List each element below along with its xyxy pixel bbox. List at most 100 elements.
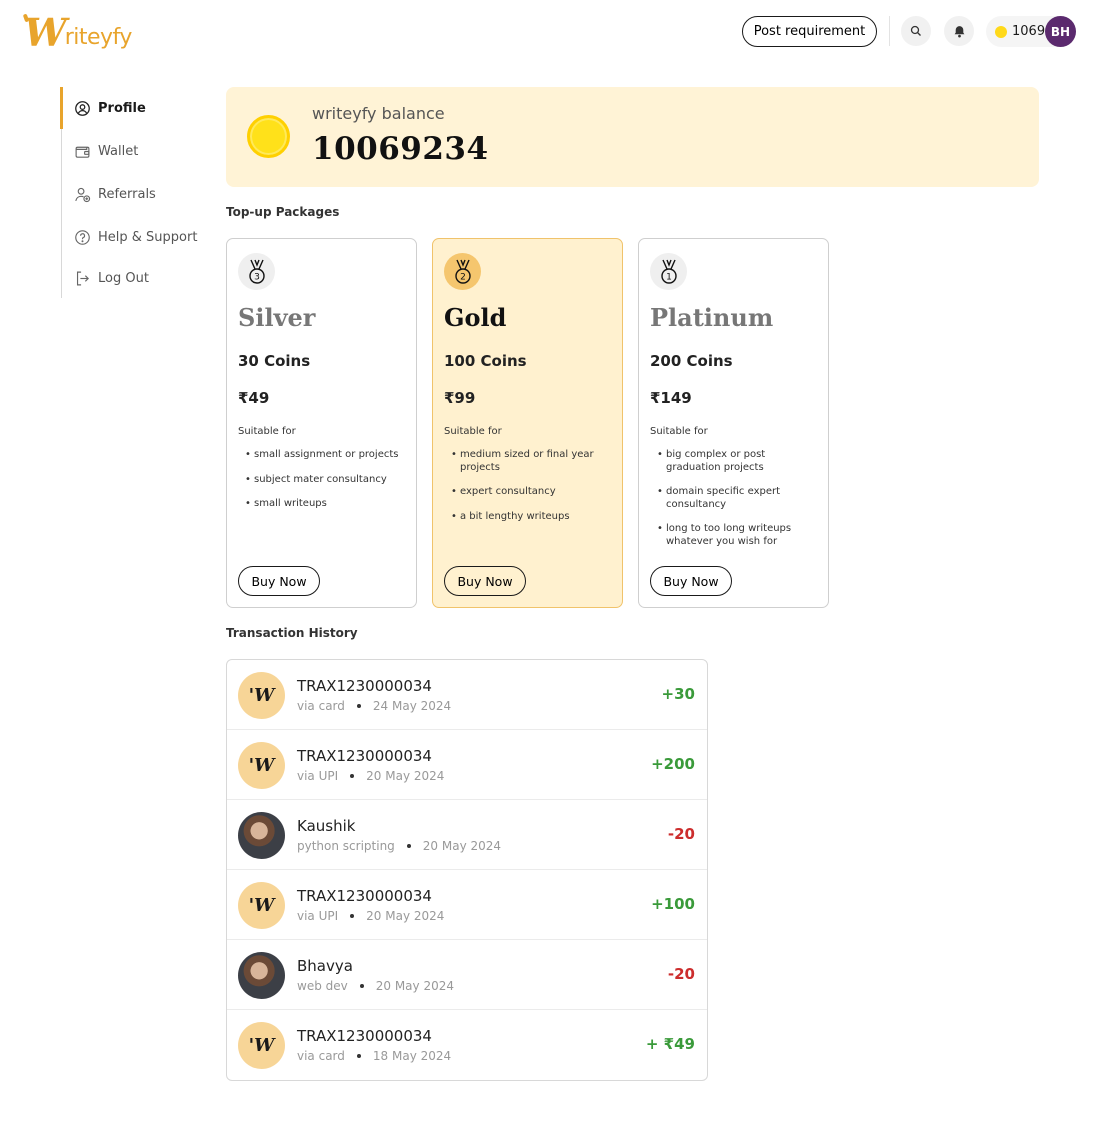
transaction-title: Bhavya xyxy=(297,957,353,975)
suitable-for-label: Suitable for xyxy=(444,426,502,437)
package-coins: 200 Coins xyxy=(650,352,733,370)
transaction-method: via card xyxy=(297,699,345,713)
sidebar-item-profile[interactable]: Profile xyxy=(60,87,212,129)
sidebar-nav: Profile Wallet Referrals Help & Support … xyxy=(60,87,212,299)
feature-item: a bit lengthy writeups xyxy=(451,511,616,524)
feature-item: big complex or post graduation projects xyxy=(657,449,822,474)
package-name: Platinum xyxy=(650,303,774,332)
feature-item: medium sized or final year projects xyxy=(451,449,616,474)
transaction-amount: +30 xyxy=(661,685,695,703)
transaction-row[interactable]: Kaushik python scripting 20 May 2024 -20 xyxy=(227,800,707,870)
help-circle-icon xyxy=(75,229,90,245)
transaction-method: python scripting xyxy=(297,839,395,853)
transaction-amount: +100 xyxy=(651,895,695,913)
writeyfy-logo[interactable]: W riteyfy xyxy=(24,12,132,52)
logout-icon xyxy=(76,271,89,285)
user-circle-icon xyxy=(75,100,90,116)
package-coins: 30 Coins xyxy=(238,352,311,370)
balance-label: writeyfy balance xyxy=(312,104,445,123)
w-logo-icon: 'W xyxy=(248,755,275,776)
transaction-date: 20 May 2024 xyxy=(366,909,445,923)
transaction-row[interactable]: 'W TRAX1230000034 via UPI 20 May 2024 +20… xyxy=(227,730,707,800)
transaction-date: 20 May 2024 xyxy=(366,769,445,783)
transaction-row[interactable]: 'W TRAX1230000034 via card 24 May 2024 +3… xyxy=(227,660,707,730)
package-price: ₹149 xyxy=(650,389,692,407)
bullet-separator xyxy=(356,704,361,708)
sidebar-item-help-support[interactable]: Help & Support xyxy=(62,216,212,258)
feature-list: small assignment or projects subject mat… xyxy=(245,449,410,523)
transaction-amount: -20 xyxy=(667,965,695,983)
writeyfy-avatar: 'W xyxy=(238,672,285,719)
suitable-for-label: Suitable for xyxy=(650,426,708,437)
transaction-title: TRAX1230000034 xyxy=(297,747,432,765)
transaction-meta: python scripting 20 May 2024 xyxy=(297,839,501,853)
transaction-amount: +200 xyxy=(651,755,695,773)
search-button[interactable] xyxy=(901,16,931,46)
feature-list: medium sized or final year projects expe… xyxy=(451,449,616,535)
buy-now-platinum-button[interactable]: Buy Now xyxy=(650,566,732,596)
search-icon xyxy=(910,25,921,36)
post-requirement-button[interactable]: Post requirement xyxy=(742,16,877,47)
notifications-button[interactable] xyxy=(944,16,974,46)
coin-count: 1069 xyxy=(1012,24,1046,39)
medal-number: 3 xyxy=(254,272,260,282)
feature-item: expert consultancy xyxy=(451,486,616,499)
sidebar-item-log-out[interactable]: Log Out xyxy=(62,257,212,299)
feature-list: big complex or post graduation projects … xyxy=(657,449,822,560)
transaction-title: Kaushik xyxy=(297,817,356,835)
user-avatar[interactable]: BH xyxy=(1045,16,1076,47)
transaction-date: 20 May 2024 xyxy=(375,979,454,993)
sidebar-item-label: Profile xyxy=(98,100,146,116)
wallet-icon xyxy=(75,146,90,158)
sidebar-item-referrals[interactable]: Referrals xyxy=(62,173,212,215)
package-card-silver: 3 Silver 30 Coins ₹49 Suitable for small… xyxy=(226,238,417,608)
feature-item: small assignment or projects xyxy=(245,449,410,462)
sidebar-item-wallet[interactable]: Wallet xyxy=(62,130,212,172)
transaction-title: TRAX1230000034 xyxy=(297,887,432,905)
packages-heading: Top-up Packages xyxy=(226,205,340,219)
transaction-list: 'W TRAX1230000034 via card 24 May 2024 +3… xyxy=(226,659,708,1081)
transaction-date: 18 May 2024 xyxy=(372,1049,452,1063)
sidebar-item-label: Help & Support xyxy=(98,229,198,245)
transaction-amount: -20 xyxy=(667,825,695,843)
transaction-method: via UPI xyxy=(297,909,339,923)
transaction-date: 24 May 2024 xyxy=(372,699,452,713)
feature-item: domain specific expert consultancy xyxy=(657,486,822,511)
transactions-heading: Transaction History xyxy=(226,626,358,640)
user-plus-icon xyxy=(75,187,91,202)
package-card-gold: 2 Gold 100 Coins ₹99 Suitable for medium… xyxy=(432,238,623,608)
transaction-meta: via UPI 20 May 2024 xyxy=(297,909,444,923)
medal-number: 2 xyxy=(460,272,466,282)
writeyfy-avatar: 'W xyxy=(238,1022,285,1069)
bullet-separator xyxy=(356,1054,361,1058)
transaction-title: TRAX1230000034 xyxy=(297,1027,432,1045)
buy-now-gold-button[interactable]: Buy Now xyxy=(444,566,526,596)
feature-item: small writeups xyxy=(245,498,410,511)
transaction-row[interactable]: 'W TRAX1230000034 via card 18 May 2024 + … xyxy=(227,1010,707,1080)
transaction-meta: via card 24 May 2024 xyxy=(297,699,451,713)
w-logo-icon: 'W xyxy=(248,895,275,916)
coin-icon xyxy=(247,115,290,158)
transaction-row[interactable]: Bhavya web dev 20 May 2024 -20 xyxy=(227,940,707,1010)
transaction-amount: + ₹49 xyxy=(645,1035,695,1053)
package-price: ₹99 xyxy=(444,389,476,407)
sidebar-item-label: Referrals xyxy=(98,186,156,202)
balance-value: 10069234 xyxy=(312,131,489,167)
buy-now-silver-button[interactable]: Buy Now xyxy=(238,566,320,596)
logo-wordmark: riteyfy xyxy=(64,25,133,50)
user-photo-avatar xyxy=(238,812,285,859)
bell-icon xyxy=(954,25,964,37)
sidebar-item-label: Wallet xyxy=(98,143,139,159)
package-price: ₹49 xyxy=(238,389,270,407)
package-card-platinum: 1 Platinum 200 Coins ₹149 Suitable for b… xyxy=(638,238,829,608)
medal-number: 1 xyxy=(666,272,672,282)
medal-2-icon: 2 xyxy=(444,253,481,290)
bullet-separator xyxy=(350,774,355,778)
transaction-meta: via card 18 May 2024 xyxy=(297,1049,451,1063)
transaction-method: via card xyxy=(297,1049,345,1063)
header-divider xyxy=(889,16,890,46)
transaction-row[interactable]: 'W TRAX1230000034 via UPI 20 May 2024 +10… xyxy=(227,870,707,940)
transaction-title: TRAX1230000034 xyxy=(297,677,432,695)
package-name: Gold xyxy=(444,303,507,332)
feature-item: long to too long writeups whatever you w… xyxy=(657,523,822,548)
